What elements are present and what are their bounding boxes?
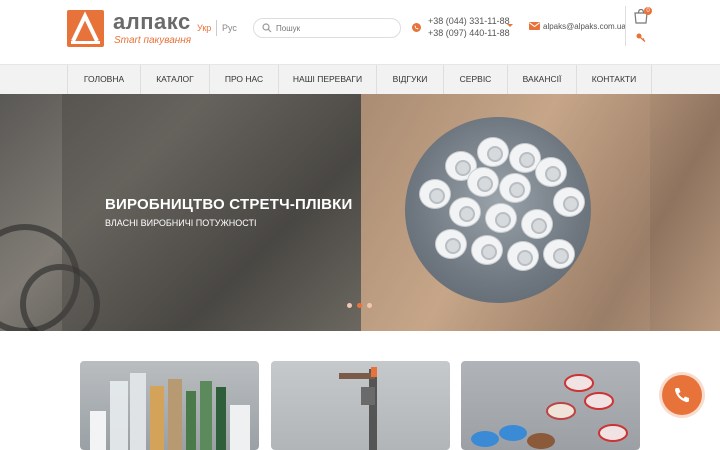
- nav-item-contacts[interactable]: КОНТАКТИ: [576, 65, 651, 95]
- main-nav: ГОЛОВНА КАТАЛОГ ПРО НАС НАШІ ПЕРЕВАГИ ВІ…: [0, 64, 720, 95]
- callback-button[interactable]: [662, 375, 702, 415]
- stretch-film-image: [90, 373, 250, 450]
- search-icon: [262, 23, 272, 33]
- phone-number-1[interactable]: +38 (044) 331-11-88: [428, 16, 510, 27]
- film-roll: [419, 179, 451, 209]
- site-header: алпакс Smart пакування Укр Рус +38 (044)…: [0, 0, 720, 64]
- search-box[interactable]: [253, 18, 401, 38]
- phone-icon: [412, 23, 421, 32]
- wrapping-machine-image: [339, 367, 377, 450]
- film-roll: [543, 239, 575, 269]
- nav-item-vacancies[interactable]: ВАКАНСІЇ: [507, 65, 576, 95]
- film-roll: [471, 235, 503, 265]
- hero-title: ВИРОБНИЦТВО СТРЕТЧ-ПЛІВКИ: [105, 196, 353, 213]
- hero-product-image: [405, 117, 591, 303]
- adhesive-tape-image: [471, 374, 628, 449]
- lang-rus-link[interactable]: Рус: [222, 22, 237, 34]
- logo-name: алпакс: [113, 9, 191, 34]
- logo[interactable]: алпакс Smart пакування: [67, 10, 191, 48]
- category-card-stretch-film[interactable]: [80, 361, 259, 450]
- film-roll: [485, 203, 517, 233]
- slider-dot-3[interactable]: [367, 303, 372, 308]
- film-roll: [449, 197, 481, 227]
- nav-item-home[interactable]: ГОЛОВНА: [67, 65, 140, 95]
- slider-dot-2[interactable]: [357, 303, 362, 308]
- category-card-tape[interactable]: [461, 361, 640, 450]
- mail-icon: [529, 22, 540, 30]
- film-roll: [535, 157, 567, 187]
- cart-count-badge: 0: [644, 7, 652, 15]
- search-input[interactable]: [276, 21, 396, 35]
- email-link[interactable]: alpaks@alpaks.com.ua: [543, 22, 626, 31]
- nav-item-about[interactable]: ПРО НАС: [209, 65, 278, 95]
- film-roll: [507, 241, 539, 271]
- film-roll: [499, 173, 531, 203]
- key-icon[interactable]: [636, 33, 646, 42]
- header-divider: [625, 6, 626, 46]
- nav-item-advantages[interactable]: НАШІ ПЕРЕВАГИ: [278, 65, 376, 95]
- nav-divider: [651, 65, 652, 95]
- logo-mark-icon: [67, 10, 104, 47]
- nav-item-service[interactable]: СЕРВІС: [443, 65, 507, 95]
- nav-item-catalog[interactable]: КАТАЛОГ: [140, 65, 209, 95]
- phone-number-2[interactable]: +38 (097) 440-11-88: [428, 28, 510, 39]
- film-roll: [477, 137, 509, 167]
- logo-tagline: Smart пакування: [114, 35, 192, 46]
- slider-dot-1[interactable]: [347, 303, 352, 308]
- film-roll: [521, 209, 553, 239]
- film-roll: [553, 187, 585, 217]
- lang-ukr-link[interactable]: Укр: [197, 22, 211, 34]
- hero-subtitle: ВЛАСНІ ВИРОБНИЧІ ПОТУЖНОСТІ: [105, 218, 257, 228]
- chevron-down-icon[interactable]: [507, 24, 513, 27]
- nav-item-reviews[interactable]: ВІДГУКИ: [376, 65, 443, 95]
- lang-divider: [216, 20, 217, 36]
- phone-call-icon: [675, 388, 689, 403]
- film-roll: [435, 229, 467, 259]
- category-card-equipment[interactable]: [271, 361, 450, 450]
- film-roll: [467, 167, 499, 197]
